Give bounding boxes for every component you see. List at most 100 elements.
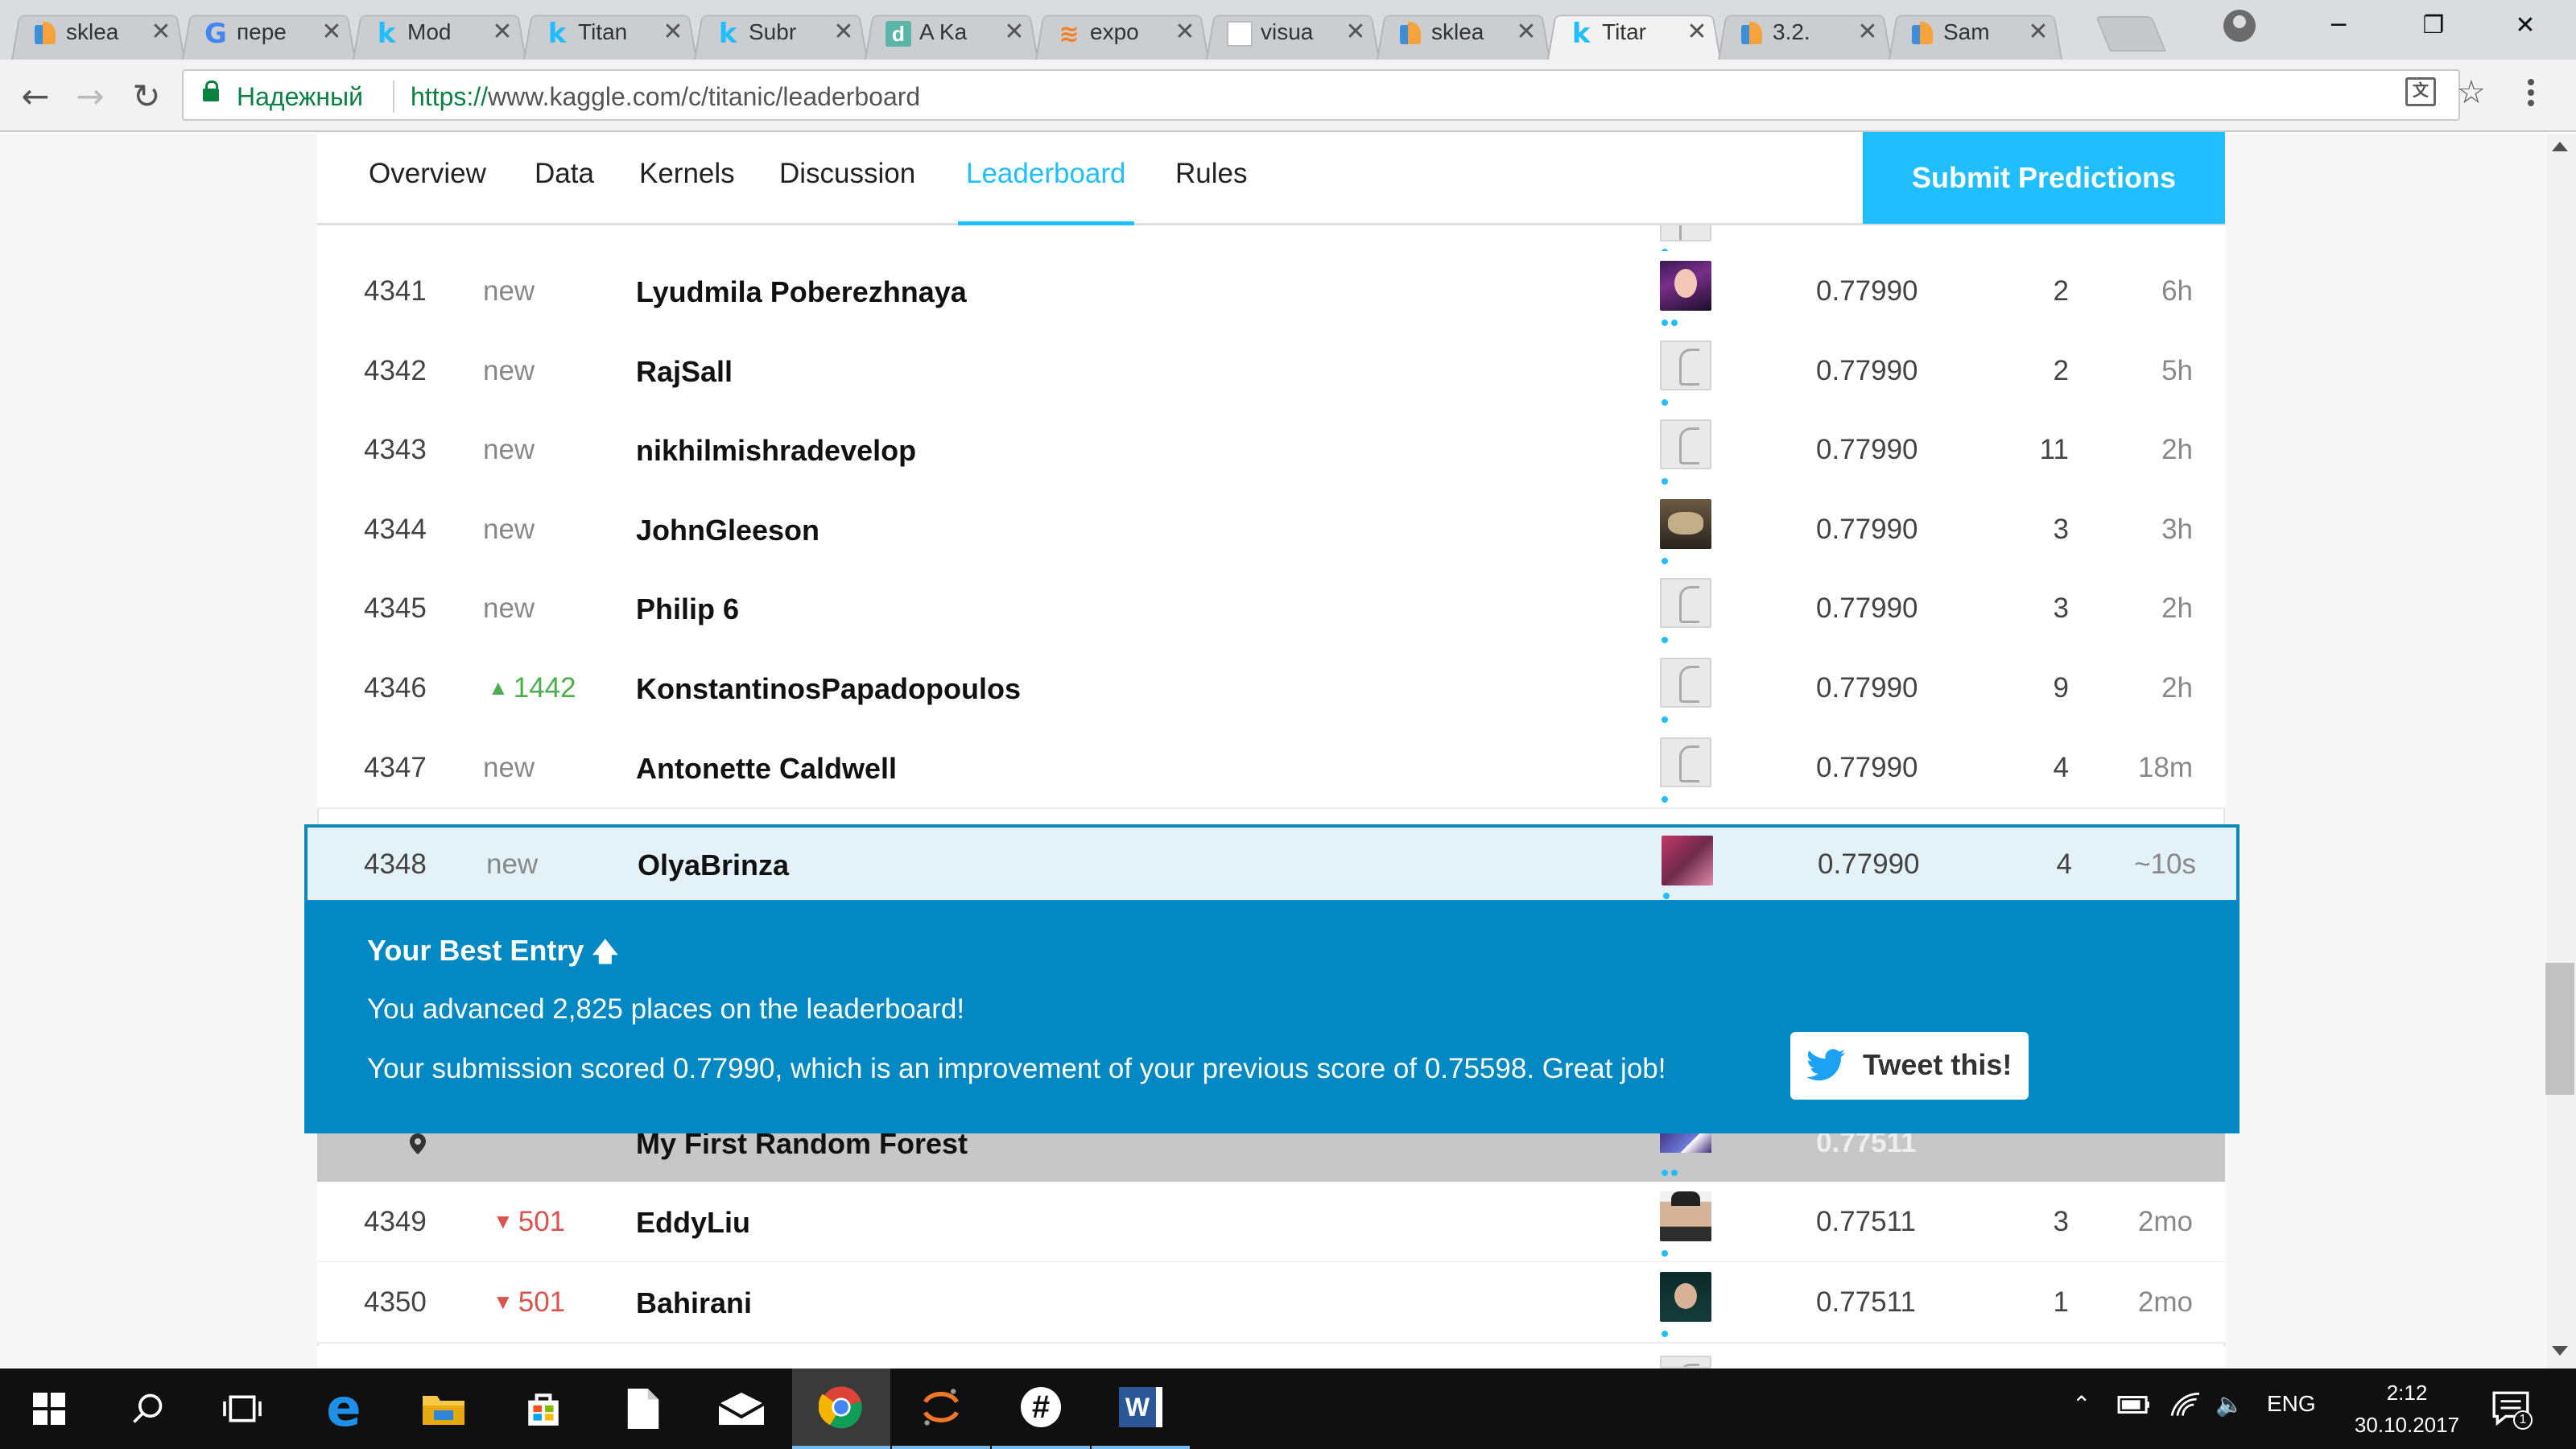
table-row[interactable]: 4350 ▼ 501 Bahirani 0.77511 1 2mo [317,1262,2225,1344]
tab-rules[interactable]: Rules [1175,158,1247,225]
jupyter-icon[interactable] [892,1368,990,1449]
close-icon[interactable]: ✕ [660,18,686,47]
notification-icon[interactable]: 1 [2491,1388,2533,1434]
restore-button[interactable]: ❐ [2397,0,2470,52]
task-view-icon[interactable] [193,1368,291,1449]
avatar[interactable] [1660,578,1711,629]
table-row[interactable]: 4344 new JohnGleeson 0.77990 3 3h [317,489,2225,571]
close-icon[interactable]: ✕ [1855,18,1880,47]
team-name[interactable]: JohnGleeson [636,514,819,547]
tab-overview[interactable]: Overview [369,158,486,225]
browser-tab[interactable]: sklea ✕ [11,8,185,60]
tweet-button[interactable]: Tweet this! [1790,1032,2029,1100]
translate-icon[interactable]: 文 [2405,77,2436,106]
avatar[interactable] [1660,658,1711,708]
team-name[interactable]: Lyudmila Poberezhnaya [636,275,967,309]
tab-data[interactable]: Data [535,158,594,225]
score: 0.77990 [1818,848,1920,880]
table-row[interactable]: 4346 ▲ 1442 KonstantinosPapadopoulos 0.77990… [317,648,2225,729]
table-row[interactable]: 4341 new Lyudmila Poberezhnaya 0.77990 2 6h [317,251,2225,332]
close-icon[interactable]: ✕ [1684,18,1710,47]
clock[interactable]: 2:12 30.10.2017 [2334,1377,2479,1441]
browser-tab[interactable]: k Mod ✕ [353,8,526,60]
new-tab-button[interactable] [2095,16,2166,52]
file-explorer-icon[interactable] [394,1368,493,1449]
close-icon[interactable]: ✕ [489,18,515,47]
slack-icon[interactable]: # [992,1368,1090,1449]
edge-icon[interactable]: e [295,1368,393,1449]
browser-tab[interactable]: Sam ✕ [1889,8,2062,60]
bookmark-star-icon[interactable]: ☆ [2457,74,2486,111]
close-icon[interactable]: ✕ [2025,18,2051,47]
tab-leaderboard[interactable]: Leaderboard [958,158,1134,225]
team-name[interactable]: EddyLiu [636,1206,750,1240]
scrollbar[interactable] [2547,134,2576,1368]
browser-tab[interactable]: ≋ expo ✕ [1035,8,1209,60]
table-row[interactable]: 4343 new nikhilmishradevelop 0.77990 11 2h [317,410,2225,492]
close-icon[interactable]: ✕ [148,18,174,47]
browser-tab[interactable]: 3.2. ✕ [1718,8,1892,60]
browser-tab[interactable]: visua ✕ [1206,8,1380,60]
table-row[interactable]: 4342 new RajSall 0.77990 2 5h [317,330,2225,412]
document-icon[interactable] [594,1368,692,1449]
url-text[interactable]: https://www.kaggle.com/c/titanic/leaderb… [411,82,920,112]
tab-kernels[interactable]: Kernels [639,158,735,225]
table-row[interactable]: 4347 new Antonette Caldwell 0.77990 4 18m [317,727,2225,809]
table-row[interactable]: 4345 new Philip 6 0.77990 3 2h [317,568,2225,650]
close-icon[interactable]: ✕ [1172,18,1198,47]
browser-tab[interactable]: sklea ✕ [1377,8,1550,60]
close-icon[interactable]: ✕ [1001,18,1027,47]
avatar[interactable] [1662,836,1713,886]
tray-chevron-icon[interactable]: ⌃ [2072,1391,2091,1418]
submit-predictions-button[interactable]: Submit Predictions [1863,132,2225,224]
word-icon[interactable]: W [1092,1368,1190,1449]
close-icon[interactable]: ✕ [1513,18,1539,47]
mail-icon[interactable] [692,1368,791,1449]
browser-menu-icon[interactable] [2528,79,2534,111]
avatar[interactable] [1660,1191,1711,1241]
avatar[interactable] [1660,261,1711,311]
store-icon[interactable] [494,1368,592,1449]
address-bar[interactable]: Надежный https://www.kaggle.com/c/titani… [182,69,2460,121]
browser-tab[interactable]: d A Ka ✕ [865,8,1038,60]
table-row[interactable]: 4349 ▼ 501 EddyLiu 0.77511 3 2mo [317,1182,2225,1263]
avatar[interactable] [1660,498,1711,549]
profile-icon[interactable] [2223,10,2256,42]
team-name[interactable]: RajSall [636,355,733,389]
avatar[interactable] [1660,1272,1711,1322]
close-icon[interactable]: ✕ [1343,18,1368,47]
chrome-icon[interactable] [792,1368,890,1449]
battery-icon[interactable] [2116,1391,2153,1424]
browser-tab[interactable]: k Subr ✕ [694,8,868,60]
team-name[interactable]: KonstantinosPapadopoulos [636,672,1021,706]
avatar[interactable] [1660,340,1711,390]
scroll-up-arrow[interactable] [2552,142,2568,151]
start-button[interactable] [0,1368,98,1449]
team-name[interactable]: Philip 6 [636,592,739,626]
minimize-button[interactable]: ─ [2302,0,2375,52]
table-row-highlighted[interactable]: 4348 new OlyaBrinza 0.77990 4 ~10s [304,824,2240,900]
team-name[interactable]: Antonette Caldwell [636,752,897,786]
browser-tab[interactable]: k Titar ✕ [1547,8,1721,60]
close-window-button[interactable]: ✕ [2489,0,2562,52]
browser-tab[interactable]: Gпере ✕ [182,8,356,60]
doc-icon [1227,21,1253,47]
team-name[interactable]: Bahirani [636,1286,752,1320]
forward-icon[interactable]: → [68,74,113,119]
close-icon[interactable]: ✕ [831,18,857,47]
team-name[interactable]: nikhilmishradevelop [636,434,916,468]
tab-discussion[interactable]: Discussion [779,158,915,225]
browser-tab[interactable]: k Titan ✕ [523,8,697,60]
team-name[interactable]: OlyaBrinza [638,848,789,882]
back-icon[interactable]: ← [13,74,58,119]
search-icon[interactable] [98,1368,196,1449]
close-icon[interactable]: ✕ [319,18,345,47]
language-indicator[interactable]: ENG [2267,1391,2316,1417]
avatar[interactable] [1660,737,1711,787]
avatar[interactable] [1660,419,1711,470]
scrollbar-thumb[interactable] [2545,963,2574,1095]
volume-icon[interactable]: 🔈 [2215,1391,2244,1418]
scroll-down-arrow[interactable] [2552,1346,2568,1356]
wifi-icon[interactable] [2169,1391,2202,1424]
reload-icon[interactable]: ↻ [124,74,169,119]
